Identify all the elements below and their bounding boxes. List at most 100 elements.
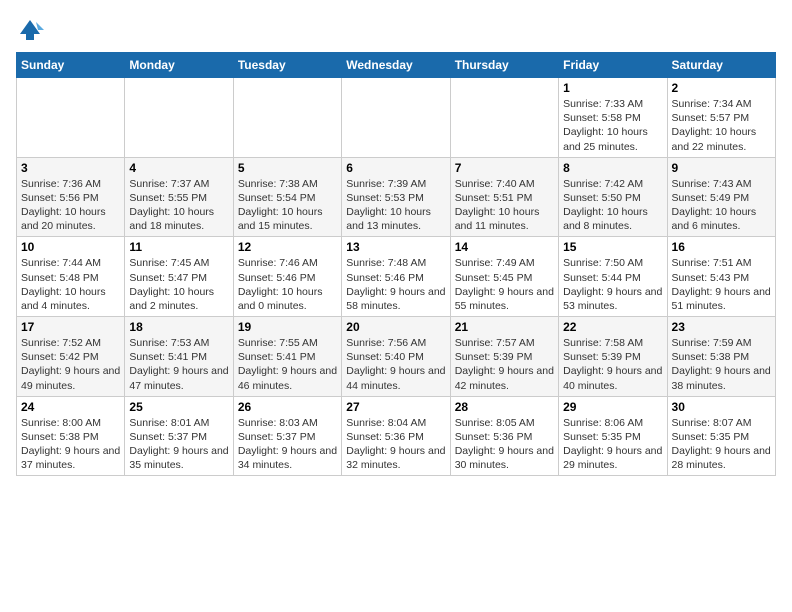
day-number: 4 xyxy=(129,161,228,175)
day-number: 1 xyxy=(563,81,662,95)
calendar-cell: 15 Sunrise: 7:50 AM Sunset: 5:44 PM Dayli… xyxy=(559,237,667,317)
page-header xyxy=(16,16,776,44)
calendar-cell: 20 Sunrise: 7:56 AM Sunset: 5:40 PM Dayli… xyxy=(342,317,450,397)
day-number: 2 xyxy=(672,81,771,95)
column-header-friday: Friday xyxy=(559,53,667,78)
cell-content: Sunrise: 7:51 AM Sunset: 5:43 PM Dayligh… xyxy=(672,256,771,313)
cell-content: Sunrise: 7:57 AM Sunset: 5:39 PM Dayligh… xyxy=(455,336,554,393)
cell-content: Sunrise: 7:56 AM Sunset: 5:40 PM Dayligh… xyxy=(346,336,445,393)
calendar-cell: 24Sunrise: 8:00 AM Sunset: 5:38 PM Dayli… xyxy=(17,396,125,476)
cell-content: Sunrise: 7:45 AM Sunset: 5:47 PM Dayligh… xyxy=(129,256,228,313)
calendar-cell: 1 Sunrise: 7:33 AM Sunset: 5:58 PM Daylig… xyxy=(559,78,667,158)
calendar-cell: 17Sunrise: 7:52 AM Sunset: 5:42 PM Dayli… xyxy=(17,317,125,397)
calendar-cell: 27 Sunrise: 8:04 AM Sunset: 5:36 PM Dayli… xyxy=(342,396,450,476)
calendar-cell: 25 Sunrise: 8:01 AM Sunset: 5:37 PM Dayli… xyxy=(125,396,233,476)
day-number: 3 xyxy=(21,161,120,175)
calendar-table: SundayMondayTuesdayWednesdayThursdayFrid… xyxy=(16,52,776,476)
day-number: 6 xyxy=(346,161,445,175)
day-number: 8 xyxy=(563,161,662,175)
day-number: 25 xyxy=(129,400,228,414)
cell-content: Sunrise: 7:36 AM Sunset: 5:56 PM Dayligh… xyxy=(21,177,120,234)
day-number: 12 xyxy=(238,240,337,254)
day-number: 23 xyxy=(672,320,771,334)
day-number: 22 xyxy=(563,320,662,334)
day-number: 15 xyxy=(563,240,662,254)
day-number: 5 xyxy=(238,161,337,175)
logo-icon xyxy=(16,16,44,44)
calendar-header-row: SundayMondayTuesdayWednesdayThursdayFrid… xyxy=(17,53,776,78)
day-number: 19 xyxy=(238,320,337,334)
calendar-cell: 23 Sunrise: 7:59 AM Sunset: 5:38 PM Dayli… xyxy=(667,317,775,397)
column-header-sunday: Sunday xyxy=(17,53,125,78)
day-number: 11 xyxy=(129,240,228,254)
calendar-cell: 30 Sunrise: 8:07 AM Sunset: 5:35 PM Dayli… xyxy=(667,396,775,476)
cell-content: Sunrise: 7:50 AM Sunset: 5:44 PM Dayligh… xyxy=(563,256,662,313)
calendar-week-3: 10Sunrise: 7:44 AM Sunset: 5:48 PM Dayli… xyxy=(17,237,776,317)
day-number: 30 xyxy=(672,400,771,414)
cell-content: Sunrise: 7:42 AM Sunset: 5:50 PM Dayligh… xyxy=(563,177,662,234)
day-number: 27 xyxy=(346,400,445,414)
calendar-cell xyxy=(342,78,450,158)
calendar-cell: 5Sunrise: 7:38 AM Sunset: 5:54 PM Daylig… xyxy=(233,157,341,237)
calendar-cell: 18 Sunrise: 7:53 AM Sunset: 5:41 PM Dayli… xyxy=(125,317,233,397)
cell-content: Sunrise: 8:03 AM Sunset: 5:37 PM Dayligh… xyxy=(238,416,337,473)
cell-content: Sunrise: 7:59 AM Sunset: 5:38 PM Dayligh… xyxy=(672,336,771,393)
calendar-week-4: 17Sunrise: 7:52 AM Sunset: 5:42 PM Dayli… xyxy=(17,317,776,397)
logo xyxy=(16,16,48,44)
column-header-thursday: Thursday xyxy=(450,53,558,78)
cell-content: Sunrise: 7:48 AM Sunset: 5:46 PM Dayligh… xyxy=(346,256,445,313)
calendar-cell xyxy=(450,78,558,158)
day-number: 28 xyxy=(455,400,554,414)
day-number: 10 xyxy=(21,240,120,254)
calendar-cell: 9 Sunrise: 7:43 AM Sunset: 5:49 PM Daylig… xyxy=(667,157,775,237)
cell-content: Sunrise: 7:46 AM Sunset: 5:46 PM Dayligh… xyxy=(238,256,337,313)
calendar-cell: 26 Sunrise: 8:03 AM Sunset: 5:37 PM Dayli… xyxy=(233,396,341,476)
cell-content: Sunrise: 7:37 AM Sunset: 5:55 PM Dayligh… xyxy=(129,177,228,234)
calendar-cell xyxy=(125,78,233,158)
cell-content: Sunrise: 8:07 AM Sunset: 5:35 PM Dayligh… xyxy=(672,416,771,473)
calendar-cell: 7 Sunrise: 7:40 AM Sunset: 5:51 PM Daylig… xyxy=(450,157,558,237)
column-header-saturday: Saturday xyxy=(667,53,775,78)
calendar-cell: 22 Sunrise: 7:58 AM Sunset: 5:39 PM Dayli… xyxy=(559,317,667,397)
day-number: 18 xyxy=(129,320,228,334)
day-number: 21 xyxy=(455,320,554,334)
column-header-wednesday: Wednesday xyxy=(342,53,450,78)
cell-content: Sunrise: 8:06 AM Sunset: 5:35 PM Dayligh… xyxy=(563,416,662,473)
calendar-cell: 2 Sunrise: 7:34 AM Sunset: 5:57 PM Daylig… xyxy=(667,78,775,158)
calendar-week-1: 1 Sunrise: 7:33 AM Sunset: 5:58 PM Daylig… xyxy=(17,78,776,158)
calendar-cell: 4 Sunrise: 7:37 AM Sunset: 5:55 PM Daylig… xyxy=(125,157,233,237)
cell-content: Sunrise: 7:52 AM Sunset: 5:42 PM Dayligh… xyxy=(21,336,120,393)
cell-content: Sunrise: 8:05 AM Sunset: 5:36 PM Dayligh… xyxy=(455,416,554,473)
day-number: 7 xyxy=(455,161,554,175)
cell-content: Sunrise: 7:33 AM Sunset: 5:58 PM Dayligh… xyxy=(563,97,662,154)
calendar-cell: 6Sunrise: 7:39 AM Sunset: 5:53 PM Daylig… xyxy=(342,157,450,237)
calendar-cell: 11 Sunrise: 7:45 AM Sunset: 5:47 PM Dayli… xyxy=(125,237,233,317)
calendar-week-5: 24Sunrise: 8:00 AM Sunset: 5:38 PM Dayli… xyxy=(17,396,776,476)
day-number: 26 xyxy=(238,400,337,414)
calendar-cell: 29 Sunrise: 8:06 AM Sunset: 5:35 PM Dayli… xyxy=(559,396,667,476)
calendar-cell: 19Sunrise: 7:55 AM Sunset: 5:41 PM Dayli… xyxy=(233,317,341,397)
day-number: 14 xyxy=(455,240,554,254)
calendar-cell: 28 Sunrise: 8:05 AM Sunset: 5:36 PM Dayli… xyxy=(450,396,558,476)
day-number: 24 xyxy=(21,400,120,414)
cell-content: Sunrise: 7:40 AM Sunset: 5:51 PM Dayligh… xyxy=(455,177,554,234)
column-header-monday: Monday xyxy=(125,53,233,78)
day-number: 20 xyxy=(346,320,445,334)
cell-content: Sunrise: 7:49 AM Sunset: 5:45 PM Dayligh… xyxy=(455,256,554,313)
calendar-cell: 21 Sunrise: 7:57 AM Sunset: 5:39 PM Dayli… xyxy=(450,317,558,397)
calendar-cell: 3 Sunrise: 7:36 AM Sunset: 5:56 PM Daylig… xyxy=(17,157,125,237)
day-number: 13 xyxy=(346,240,445,254)
cell-content: Sunrise: 7:34 AM Sunset: 5:57 PM Dayligh… xyxy=(672,97,771,154)
day-number: 9 xyxy=(672,161,771,175)
cell-content: Sunrise: 8:01 AM Sunset: 5:37 PM Dayligh… xyxy=(129,416,228,473)
cell-content: Sunrise: 7:53 AM Sunset: 5:41 PM Dayligh… xyxy=(129,336,228,393)
day-number: 29 xyxy=(563,400,662,414)
calendar-cell: 14 Sunrise: 7:49 AM Sunset: 5:45 PM Dayli… xyxy=(450,237,558,317)
calendar-cell: 13 Sunrise: 7:48 AM Sunset: 5:46 PM Dayli… xyxy=(342,237,450,317)
cell-content: Sunrise: 8:04 AM Sunset: 5:36 PM Dayligh… xyxy=(346,416,445,473)
calendar-week-2: 3 Sunrise: 7:36 AM Sunset: 5:56 PM Daylig… xyxy=(17,157,776,237)
calendar-cell xyxy=(17,78,125,158)
cell-content: Sunrise: 7:43 AM Sunset: 5:49 PM Dayligh… xyxy=(672,177,771,234)
cell-content: Sunrise: 7:58 AM Sunset: 5:39 PM Dayligh… xyxy=(563,336,662,393)
calendar-cell: 16Sunrise: 7:51 AM Sunset: 5:43 PM Dayli… xyxy=(667,237,775,317)
